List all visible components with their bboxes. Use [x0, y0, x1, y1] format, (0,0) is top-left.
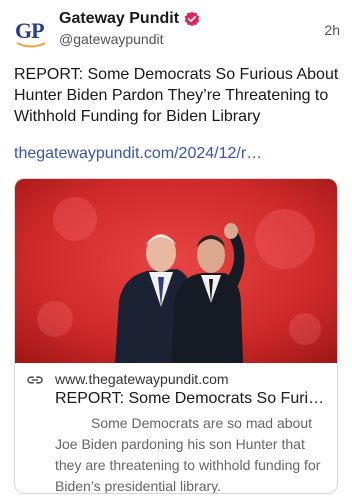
- card-domain: www.thegatewaypundit.com: [55, 371, 229, 387]
- author-avatar[interactable]: GP: [14, 14, 50, 50]
- verified-badge-icon: [184, 11, 200, 27]
- link-preview-card[interactable]: www.thegatewaypundit.com REPORT: Some De…: [14, 178, 338, 494]
- card-description: Some Democrats are so mad about Joe Bide…: [55, 415, 321, 494]
- post-header: GP Gateway Pundit @gatewaypundit 2h: [14, 10, 340, 50]
- post: GP Gateway Pundit @gatewaypundit 2h REPO…: [0, 0, 352, 500]
- card-title: REPORT: Some Democrats So Furious…: [55, 390, 327, 407]
- post-link[interactable]: thegatewaypundit.com/2024/12/r…: [14, 145, 262, 163]
- logo-swoosh-icon: [16, 42, 46, 48]
- card-photo-illustration: [15, 179, 337, 363]
- author-block: Gateway Pundit @gatewaypundit: [59, 10, 200, 47]
- link-icon: [27, 376, 43, 384]
- author-name[interactable]: Gateway Pundit: [59, 10, 179, 28]
- card-image: [15, 179, 337, 363]
- author-name-row: Gateway Pundit: [59, 10, 200, 28]
- post-timestamp[interactable]: 2h: [324, 22, 340, 38]
- card-meta: www.thegatewaypundit.com REPORT: Some De…: [15, 363, 337, 493]
- post-text: REPORT: Some Democrats So Furious About …: [14, 66, 339, 125]
- author-handle[interactable]: @gatewaypundit: [59, 31, 200, 47]
